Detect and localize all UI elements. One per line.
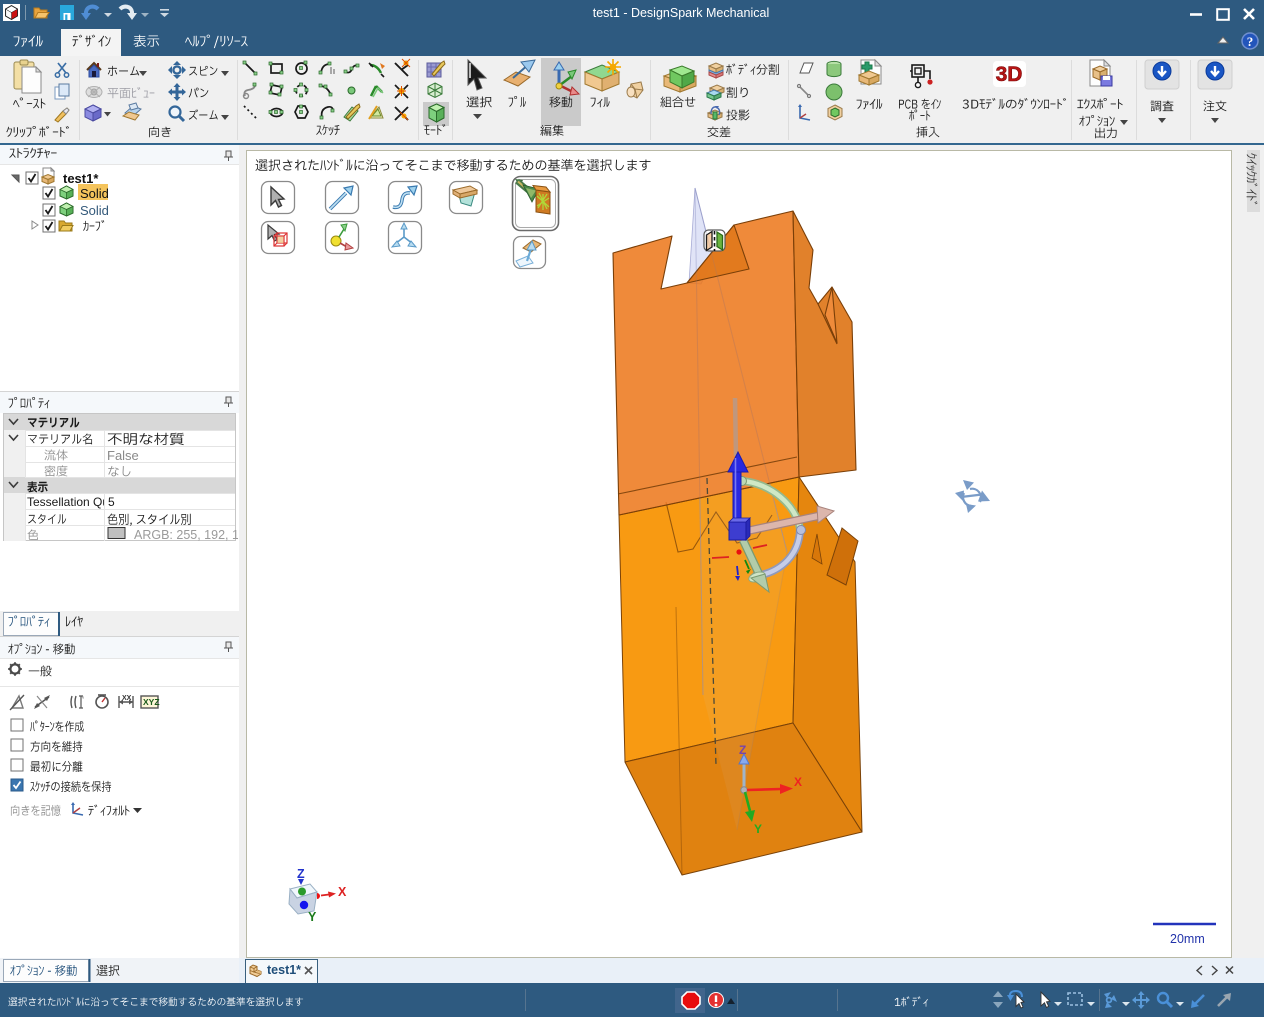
svg-text:Y: Y: [308, 910, 317, 924]
svg-text:20mm: 20mm: [1170, 932, 1205, 946]
svg-text:°: °: [82, 697, 85, 703]
svg-text:3D: 3D: [996, 63, 1023, 86]
svg-text:XYZ: XYZ: [143, 697, 160, 707]
svg-text:?: ?: [1247, 34, 1254, 49]
svg-text:Z: Z: [297, 867, 305, 881]
svg-text:XX: XX: [122, 695, 132, 702]
svg-text:Z: Z: [739, 743, 746, 757]
svg-text:Y: Y: [754, 822, 762, 836]
svg-text:X: X: [794, 775, 802, 789]
svg-text:X: X: [338, 885, 347, 899]
